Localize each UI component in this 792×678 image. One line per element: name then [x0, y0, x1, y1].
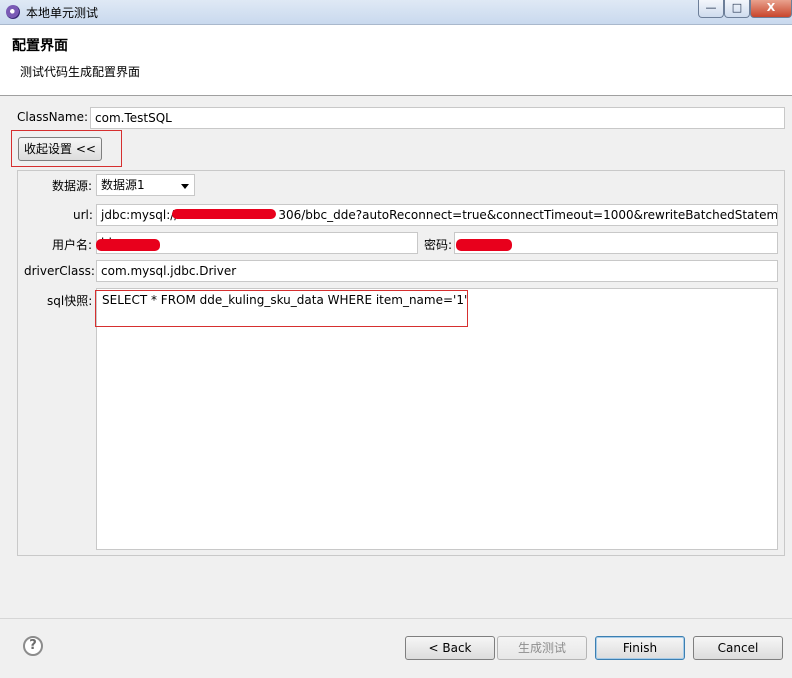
title-bar: 本地单元测试 — □ X	[0, 0, 792, 25]
sql-highlight-box	[95, 290, 468, 327]
cancel-button[interactable]: Cancel	[693, 636, 783, 660]
collapse-settings-button[interactable]: 收起设置 <<	[18, 137, 102, 161]
url-suffix: 306/bbc_dde?autoReconnect=true&connectTi…	[278, 208, 778, 222]
url-label: url:	[73, 208, 93, 222]
window-title: 本地单元测试	[26, 6, 99, 20]
redaction-scribble	[172, 209, 276, 219]
sql-textarea[interactable]: SELECT * FROM dde_kuling_sku_data WHERE …	[96, 288, 778, 550]
page-title: 配置界面	[12, 38, 68, 54]
chevron-down-icon	[181, 184, 189, 189]
finish-button[interactable]: Finish	[595, 636, 685, 660]
footer-divider	[0, 618, 792, 619]
driverclass-label: driverClass:	[24, 264, 95, 278]
classname-label: ClassName:	[17, 110, 89, 124]
username-label: 用户名:	[52, 238, 93, 252]
generate-test-button[interactable]: 生成测试	[497, 636, 587, 660]
url-prefix: jdbc:mysql://	[101, 208, 179, 222]
driverclass-input[interactable]: com.mysql.jdbc.Driver	[96, 260, 778, 282]
datasource-value: 数据源1	[101, 178, 145, 192]
maximize-button[interactable]: □	[724, 0, 750, 18]
wizard-header: 配置界面 测试代码生成配置界面	[0, 25, 792, 96]
back-button[interactable]: < Back	[405, 636, 495, 660]
minimize-button[interactable]: —	[698, 0, 724, 18]
eclipse-app-icon	[6, 5, 20, 19]
close-button[interactable]: X	[750, 0, 792, 18]
page-description: 测试代码生成配置界面	[20, 65, 141, 79]
sql-label: sql快照:	[47, 294, 93, 308]
classname-input[interactable]: com.TestSQL	[90, 107, 785, 129]
datasource-select[interactable]: 数据源1	[96, 174, 195, 196]
help-icon[interactable]: ?	[23, 636, 43, 656]
datasource-label: 数据源:	[52, 179, 93, 193]
password-label: 密码:	[424, 238, 453, 252]
redaction-scribble	[96, 239, 160, 251]
redaction-scribble	[456, 239, 512, 251]
